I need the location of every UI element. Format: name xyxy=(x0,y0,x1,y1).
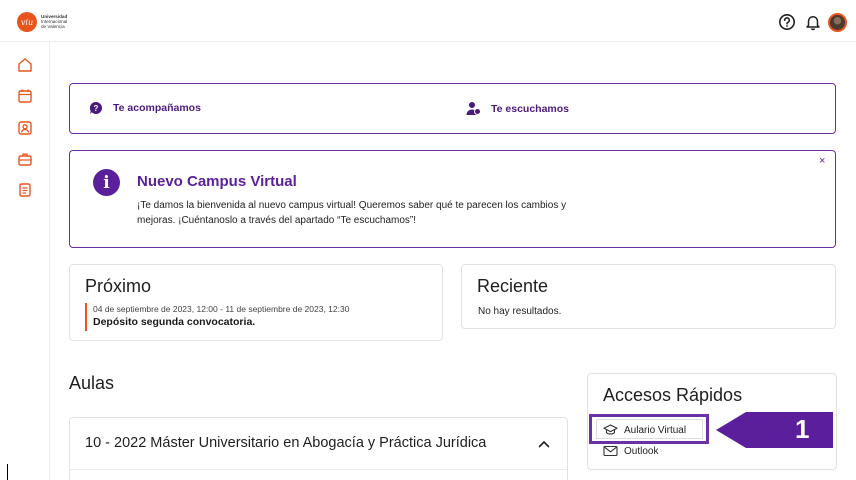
aulario-highlight-frame xyxy=(589,414,709,444)
profile-icon[interactable] xyxy=(17,120,33,136)
chevron-up-icon[interactable] xyxy=(537,437,551,451)
notice-body: ¡Te damos la bienvenida al nuevo campus … xyxy=(137,200,567,226)
upcoming-event[interactable]: 04 de septiembre de 2023, 12:00 - 11 de … xyxy=(85,303,349,331)
course-title: 10 - 2022 Máster Universitario en Abogac… xyxy=(85,435,487,451)
aulas-title: Aulas xyxy=(69,373,115,393)
viu-logo[interactable]: viu xyxy=(17,12,37,32)
annotation-arrow xyxy=(716,412,833,448)
document-icon[interactable] xyxy=(17,182,33,198)
user-avatar[interactable] xyxy=(828,13,847,32)
proximo-title: Próximo xyxy=(85,276,152,296)
reciente-title: Reciente xyxy=(477,276,549,296)
no-results-text: No hay resultados. xyxy=(478,306,562,317)
logo-text: Universidad Internacional de Valencia xyxy=(41,14,68,29)
accesos-title: Accesos Rápidos xyxy=(603,385,743,405)
briefcase-icon[interactable] xyxy=(17,151,33,167)
event-name: Depósito segunda convocatoria. xyxy=(93,316,256,328)
notice-title: Nuevo Campus Virtual xyxy=(137,173,297,190)
calendar-icon[interactable] xyxy=(17,88,33,104)
sidebar xyxy=(0,42,50,480)
support-box: ? Te acompañamos Te escuchamos xyxy=(69,83,836,134)
event-date: 04 de septiembre de 2023, 12:00 - 11 de … xyxy=(93,304,350,314)
text-cursor xyxy=(7,464,8,480)
bell-icon[interactable] xyxy=(804,13,822,31)
notice-banner: i Nuevo Campus Virtual ¡Te damos la bien… xyxy=(69,150,836,248)
chat-question-icon: ? xyxy=(89,101,102,114)
top-header: viu Universidad Internacional de Valenci… xyxy=(0,0,856,42)
annotation-number: 1 xyxy=(795,414,810,444)
divider xyxy=(70,469,567,470)
outlook-link[interactable]: Outlook xyxy=(603,445,658,457)
home-icon[interactable] xyxy=(17,57,33,73)
course-card[interactable]: 10 - 2022 Máster Universitario en Abogac… xyxy=(69,417,568,480)
user-feedback-icon xyxy=(466,102,481,115)
proximo-card: Próximo 04 de septiembre de 2023, 12:00 … xyxy=(69,264,443,341)
mail-icon xyxy=(603,445,618,457)
close-icon[interactable]: × xyxy=(819,155,825,167)
te-acompanamos-link[interactable]: ? Te acompañamos xyxy=(89,101,201,115)
te-escuchamos-link[interactable]: Te escuchamos xyxy=(466,101,569,116)
svg-text:?: ? xyxy=(94,104,99,113)
help-icon[interactable] xyxy=(778,13,796,31)
info-icon: i xyxy=(93,169,120,196)
reciente-card: Reciente No hay resultados. xyxy=(461,264,836,329)
